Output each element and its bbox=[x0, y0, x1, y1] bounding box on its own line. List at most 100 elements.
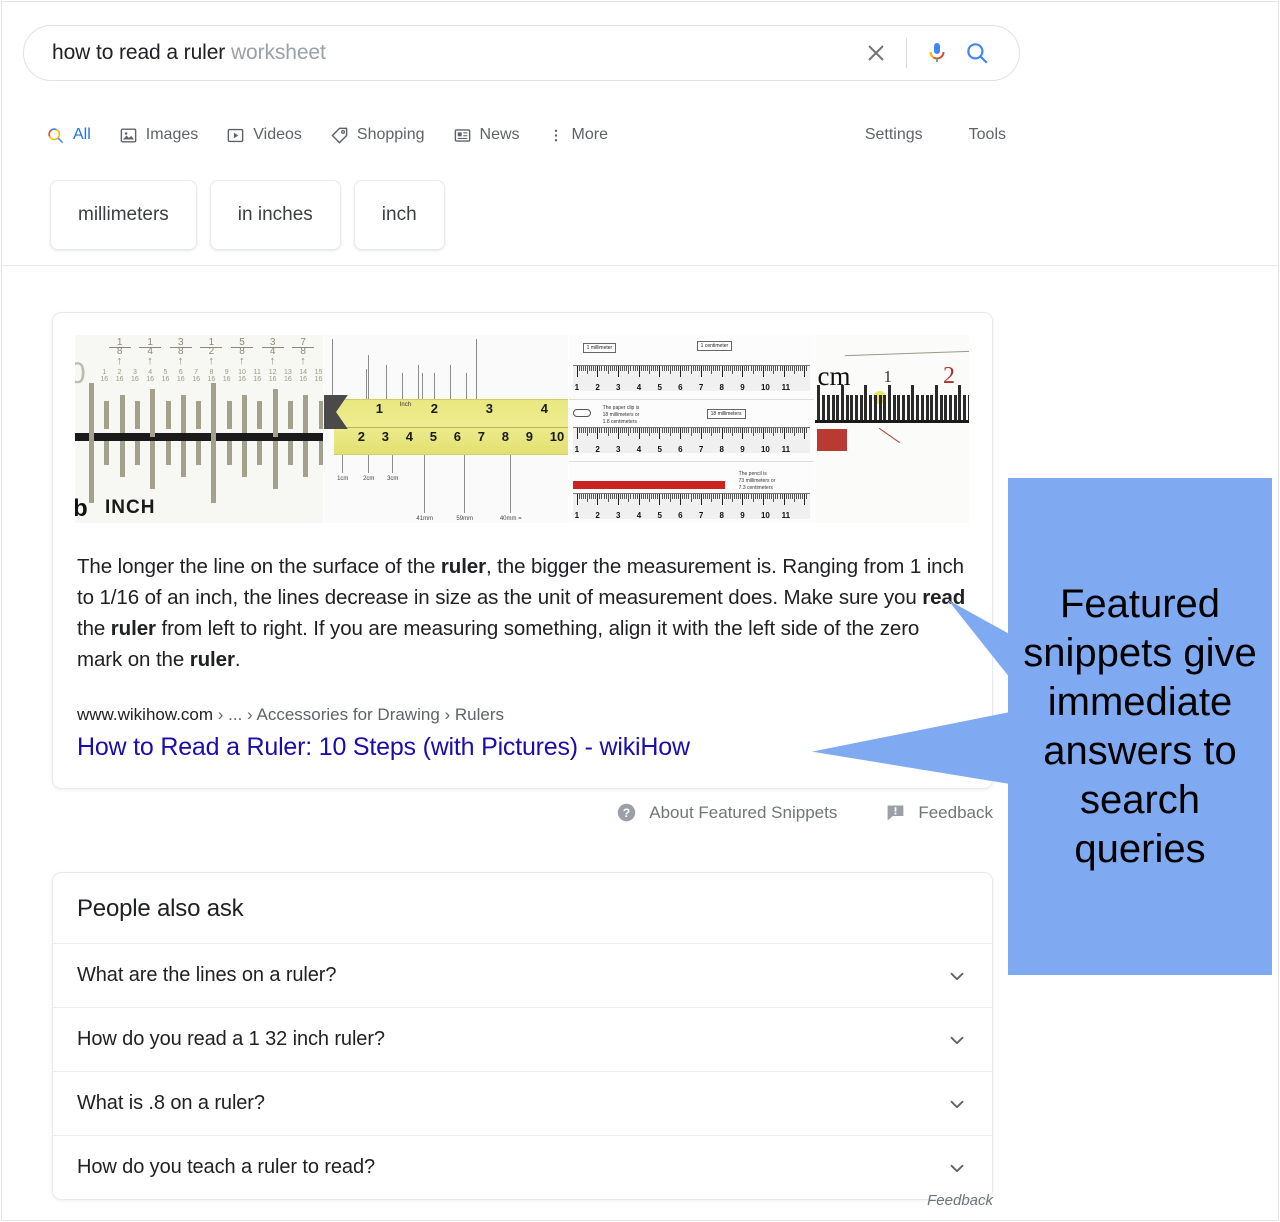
fraction-label: 14 bbox=[139, 338, 162, 357]
about-featured-snippets-link[interactable]: ? About Featured Snippets bbox=[616, 802, 837, 823]
metric-scale-number: 2 bbox=[595, 383, 600, 392]
metric-scale-number: 10 bbox=[760, 383, 770, 392]
tape-cm-number: 3 bbox=[381, 429, 389, 444]
url-breadcrumb: › ... › Accessories for Drawing › Rulers bbox=[213, 705, 505, 724]
search-input[interactable]: how to read a ruler worksheet bbox=[24, 41, 856, 65]
sixteenth-label: 9 16 bbox=[222, 369, 231, 383]
metric-scale-number: 7 bbox=[698, 511, 704, 520]
tape-inch-number: 1 bbox=[375, 401, 383, 416]
fraction-label: 18 bbox=[108, 338, 131, 357]
tape-cm-number: 10 bbox=[549, 429, 565, 444]
metric-scale-number: 6 bbox=[678, 383, 683, 392]
url-domain: www.wikihow.com bbox=[77, 705, 214, 724]
metric-scale-number: 8 bbox=[719, 383, 724, 392]
paa-question-text-1: What are the lines on a ruler? bbox=[77, 964, 337, 986]
clear-search-button[interactable] bbox=[856, 33, 896, 73]
snippet-feedback-link[interactable]: Feedback bbox=[885, 802, 993, 823]
inch-ruler-fractions-image[interactable]: 0 11621631641651661671681691610161116121… bbox=[75, 335, 324, 523]
tab-all[interactable]: All bbox=[46, 126, 91, 145]
search-vertical-tabs: All Images Videos Shopping News More Set… bbox=[46, 118, 1006, 152]
tab-images[interactable]: Images bbox=[119, 126, 198, 145]
svg-text:?: ? bbox=[623, 806, 630, 820]
chevron-down-icon[interactable] bbox=[946, 1157, 968, 1179]
sixteenth-label: 15 16 bbox=[314, 369, 323, 383]
metric-ruler-diagram-image[interactable]: 1 millimeter 1 centimeter 1 2 3 4 5 6 7 8 9 10 11 … bbox=[568, 335, 816, 523]
tab-shopping-label: Shopping bbox=[356, 126, 425, 143]
metric-scale-number: 6 bbox=[678, 511, 683, 520]
tape-inch-number: 2 bbox=[430, 401, 438, 416]
metric-scale-number: 3 bbox=[616, 383, 621, 392]
sixteenth-label: 4 16 bbox=[146, 369, 155, 383]
microphone-icon bbox=[929, 43, 945, 62]
metric-scale-number: 9 bbox=[740, 383, 745, 392]
chevron-down-icon[interactable] bbox=[946, 965, 968, 987]
fraction-label: 38 bbox=[169, 338, 192, 357]
sixteenth-label: 1 16 bbox=[100, 369, 109, 383]
video-icon bbox=[227, 128, 244, 142]
metric-scale-number: 11 bbox=[781, 383, 791, 392]
metric-scale-number: 7 bbox=[698, 383, 704, 392]
metric-scale-number: 8 bbox=[719, 511, 724, 520]
tab-videos-label: Videos bbox=[253, 126, 302, 143]
inch-unit-label: INCH bbox=[105, 497, 156, 518]
snippet-bold-term: read bbox=[922, 586, 966, 609]
related-filter-chips: millimeters in inches inch bbox=[50, 180, 458, 250]
filter-chip-in-inches[interactable]: in inches bbox=[209, 180, 341, 250]
featured-snippet-url[interactable]: www.wikihow.com › ... › Accessories for … bbox=[77, 705, 968, 725]
fraction-label: 58 bbox=[231, 338, 253, 357]
paa-question-row-1[interactable]: What are the lines on a ruler? bbox=[53, 944, 992, 1008]
tools-link[interactable]: Tools bbox=[969, 126, 1006, 144]
nav-right-links: Settings Tools bbox=[819, 126, 1006, 144]
tab-news-label: News bbox=[479, 126, 520, 143]
fraction-label: 78 bbox=[292, 338, 315, 357]
more-vertical-icon bbox=[554, 129, 557, 141]
chevron-down-icon[interactable] bbox=[946, 1029, 968, 1051]
filter-chip-inch[interactable]: inch bbox=[353, 180, 445, 250]
metric-scale-number: 8 bbox=[719, 445, 724, 454]
metric-scale-number: 1 bbox=[574, 383, 580, 392]
snippet-bold-term: ruler bbox=[440, 555, 486, 578]
chevron-down-icon[interactable] bbox=[946, 1093, 968, 1115]
tape-cm-number: 5 bbox=[429, 429, 437, 444]
sixteenth-label: 10 16 bbox=[238, 369, 246, 383]
tape-cm-number: 7 bbox=[477, 429, 485, 444]
tab-more[interactable]: More bbox=[548, 126, 608, 145]
metric-scale-number: 11 bbox=[781, 445, 791, 454]
cm-number-2: 2 bbox=[943, 363, 955, 389]
people-also-ask-card: People also ask What are the lines on a … bbox=[52, 872, 993, 1200]
metric-scale-number: 1 bbox=[574, 511, 580, 520]
paa-feedback-link[interactable]: Feedback bbox=[52, 1192, 993, 1209]
search-submit-button[interactable] bbox=[957, 33, 997, 73]
sixteenth-label: 5 16 bbox=[161, 369, 170, 383]
sixteenth-label: 2 16 bbox=[115, 369, 124, 383]
tab-videos[interactable]: Videos bbox=[226, 126, 302, 145]
header-divider bbox=[2, 265, 1278, 266]
settings-link[interactable]: Settings bbox=[865, 126, 923, 144]
tape-caption: 59mm bbox=[456, 516, 474, 522]
tab-news[interactable]: News bbox=[453, 126, 520, 145]
cm-ruler-closeup-image[interactable]: cm 1 2 bbox=[815, 335, 970, 523]
tape-measure-image[interactable]: Inch 1 2 3 4 2 3 4 5 6 7 8 9 10 1cm 2cm 3cm 41mm 59mm 40m… bbox=[323, 335, 569, 523]
people-also-ask-heading: People also ask bbox=[53, 873, 992, 944]
snippet-text-run: . bbox=[234, 648, 241, 671]
featured-snippet-card: 0 11621631641651661671681691610161116121… bbox=[52, 312, 993, 789]
metric-scale-number: 2 bbox=[595, 511, 600, 520]
metric-scale-number: 11 bbox=[781, 511, 791, 520]
search-box[interactable]: how to read a ruler worksheet bbox=[23, 25, 1020, 81]
paa-question-row-3[interactable]: What is .8 on a ruler? bbox=[53, 1072, 992, 1136]
metric-scale-number: 4 bbox=[636, 445, 642, 454]
search-icon bbox=[48, 127, 64, 143]
tab-shopping[interactable]: Shopping bbox=[330, 126, 425, 145]
tape-inch-number: 4 bbox=[540, 401, 548, 416]
featured-snippet-footer: ? About Featured Snippets Feedback bbox=[52, 802, 993, 823]
featured-snippet-image-strip: 0 11621631641651661671681691610161116121… bbox=[75, 335, 970, 523]
voice-search-button[interactable] bbox=[917, 33, 957, 73]
search-box-actions bbox=[856, 33, 1019, 73]
filter-chip-millimeters[interactable]: millimeters bbox=[50, 180, 197, 250]
tape-cm-number: 9 bbox=[525, 429, 533, 444]
snippet-bold-term: ruler bbox=[189, 648, 235, 671]
tape-cm-number: 6 bbox=[453, 429, 461, 444]
paa-question-row-4[interactable]: How do you teach a ruler to read? bbox=[53, 1136, 992, 1199]
paa-question-row-2[interactable]: How do you read a 1 32 inch ruler? bbox=[53, 1008, 992, 1072]
paa-question-text-3: What is .8 on a ruler? bbox=[77, 1092, 265, 1114]
